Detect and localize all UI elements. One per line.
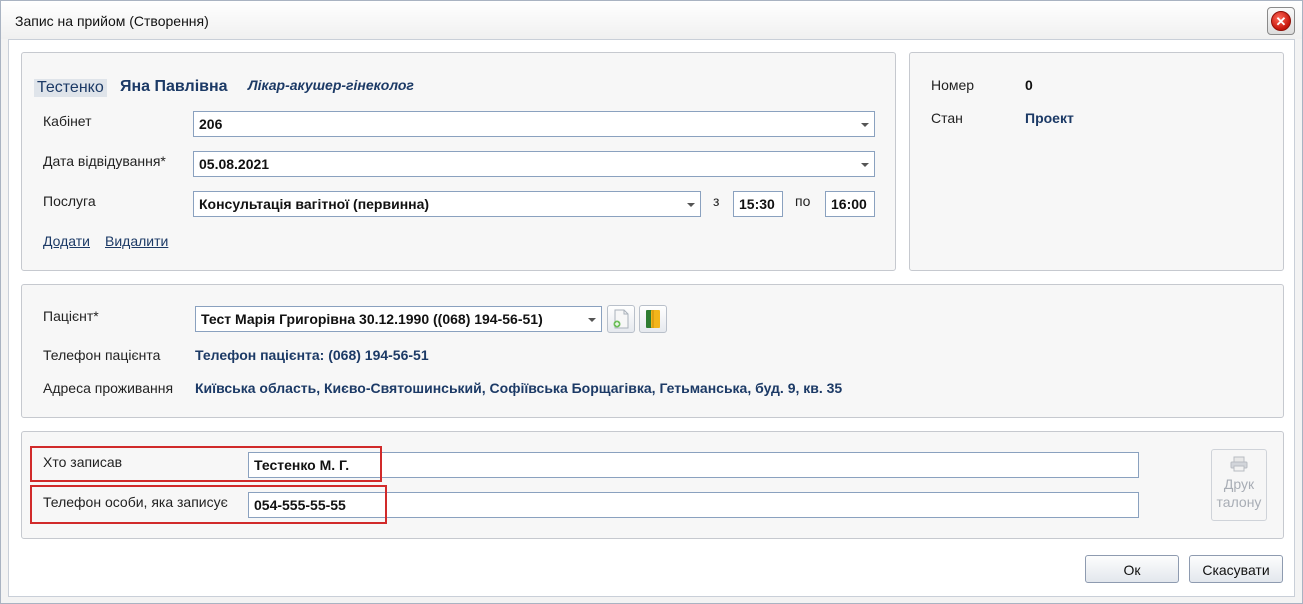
patient-panel: Пацієнт* Тест Марія Григорівна 30.12.199… xyxy=(21,284,1284,418)
chevron-down-icon xyxy=(588,318,596,322)
doctor-surname: Тестенко xyxy=(34,79,107,97)
print-label-2: талону xyxy=(1216,494,1262,510)
delete-service-link[interactable]: Видалити xyxy=(105,233,168,249)
patient-select[interactable]: Тест Марія Григорівна 30.12.1990 ((068) … xyxy=(195,306,602,332)
address-value: Київська область, Києво-Святошинський, С… xyxy=(195,380,843,396)
service-label: Послуга xyxy=(43,193,96,209)
address-label: Адреса проживання xyxy=(43,380,174,396)
who-recorded-highlight xyxy=(30,446,382,482)
service-value: Консультація вагітної (первинна) xyxy=(199,196,430,212)
dialog-content: Тестенко Яна Павлівна Лікар-акушер-гінек… xyxy=(8,39,1295,597)
to-time-input[interactable]: 16:00 xyxy=(825,191,875,217)
title-bar: Запис на прийом (Створення) ✕ xyxy=(1,1,1302,39)
chevron-down-icon xyxy=(861,123,869,127)
add-patient-button[interactable] xyxy=(607,305,635,333)
cabinet-label: Кабінет xyxy=(43,113,92,129)
window-title: Запис на прийом (Створення) xyxy=(15,13,209,29)
recorder-phone-highlight xyxy=(30,485,387,524)
print-ticket-button[interactable]: Друк талону xyxy=(1211,449,1267,521)
from-time-input[interactable]: 15:30 xyxy=(733,191,783,217)
patient-value: Тест Марія Григорівна 30.12.1990 ((068) … xyxy=(201,311,543,327)
patient-phone-label: Телефон пацієнта xyxy=(43,347,161,363)
to-label: по xyxy=(795,193,811,209)
from-time-value: 15:30 xyxy=(739,196,775,212)
add-patient-icon xyxy=(613,309,629,329)
status-panel: Номер 0 Стан Проект xyxy=(909,52,1284,271)
doctor-name: Яна Павлівна xyxy=(120,78,228,95)
patient-card-button[interactable] xyxy=(639,305,667,333)
chevron-down-icon xyxy=(687,203,695,207)
service-select[interactable]: Консультація вагітної (первинна) xyxy=(193,191,701,217)
date-select[interactable]: 05.08.2021 xyxy=(193,151,875,177)
printer-icon xyxy=(1230,456,1248,472)
dialog-window: Запис на прийом (Створення) ✕ Тестенко Я… xyxy=(0,0,1303,604)
state-value: Проект xyxy=(1025,110,1074,126)
date-value: 05.08.2021 xyxy=(199,156,270,172)
close-icon: ✕ xyxy=(1271,11,1291,31)
print-label-1: Друк xyxy=(1223,476,1255,492)
cabinet-value: 206 xyxy=(199,116,223,132)
date-label: Дата відвідування* xyxy=(43,153,166,169)
number-label: Номер xyxy=(931,77,975,93)
cabinet-select[interactable]: 206 xyxy=(193,111,875,137)
from-label: з xyxy=(713,193,720,209)
ok-button[interactable]: Ок xyxy=(1085,555,1179,583)
cancel-button[interactable]: Скасувати xyxy=(1189,555,1283,583)
doctor-specialty: Лікар-акушер-гінеколог xyxy=(248,77,414,93)
recorder-panel: Хто записав Тестенко М. Г. Телефон особи… xyxy=(21,431,1284,539)
appointment-panel: Тестенко Яна Павлівна Лікар-акушер-гінек… xyxy=(21,52,896,271)
to-time-value: 16:00 xyxy=(831,196,867,212)
add-service-link[interactable]: Додати xyxy=(43,233,90,249)
chevron-down-icon xyxy=(861,163,869,167)
number-value: 0 xyxy=(1025,77,1033,93)
close-button[interactable]: ✕ xyxy=(1267,7,1295,35)
patient-card-icon xyxy=(646,310,660,328)
patient-phone-value: Телефон пацієнта: (068) 194-56-51 xyxy=(195,347,429,363)
patient-label: Пацієнт* xyxy=(43,308,99,324)
state-label: Стан xyxy=(931,110,963,126)
